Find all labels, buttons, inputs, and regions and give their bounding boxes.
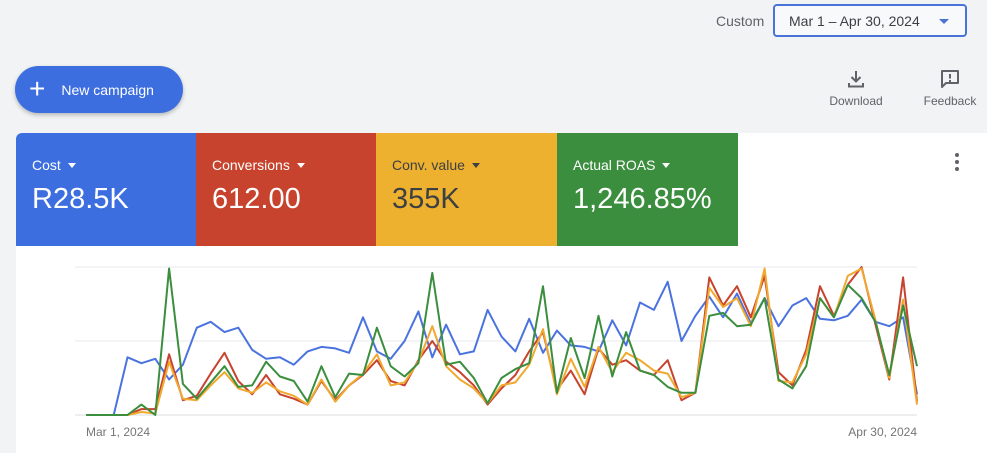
x-tick-label-start: Mar 1, 2024 <box>86 425 150 439</box>
series-line-actual-roas <box>86 267 918 416</box>
performance-chart: Mar 1, 2024 Apr 30, 2024 <box>75 266 918 439</box>
x-tick-label-end: Apr 30, 2024 <box>848 425 917 439</box>
series-line-cost <box>86 280 918 416</box>
series-line-conv-value <box>86 267 918 416</box>
